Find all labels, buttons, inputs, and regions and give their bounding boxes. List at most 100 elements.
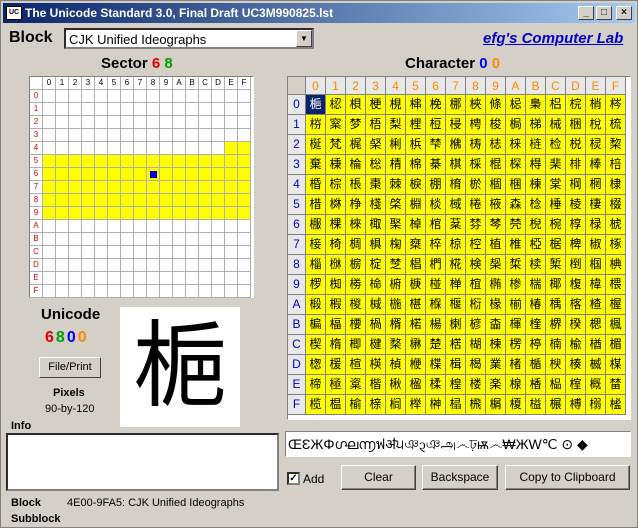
sector-cell[interactable]	[108, 103, 121, 116]
sector-cell[interactable]	[186, 116, 199, 129]
character-cell[interactable]: 楲	[586, 355, 606, 375]
sector-cell[interactable]	[186, 142, 199, 155]
sector-cell[interactable]	[238, 259, 251, 272]
sector-cell[interactable]	[108, 155, 121, 168]
sector-cell[interactable]	[108, 116, 121, 129]
sector-cell[interactable]	[69, 207, 82, 220]
sector-cell[interactable]	[225, 103, 238, 116]
character-cell[interactable]: 榄	[306, 395, 326, 415]
sector-cell[interactable]	[160, 168, 173, 181]
character-cell[interactable]: 椻	[446, 295, 466, 315]
sector-cell[interactable]	[160, 194, 173, 207]
character-cell[interactable]: 棅	[326, 155, 346, 175]
sector-grid[interactable]: 0123456789ABCDEF0123456789ABCDEF	[30, 77, 251, 298]
character-cell[interactable]: 椐	[546, 235, 566, 255]
character-cell[interactable]: 楘	[386, 335, 406, 355]
sector-cell[interactable]	[43, 129, 56, 142]
sector-cell[interactable]	[186, 129, 199, 142]
character-cell[interactable]: 椋	[446, 235, 466, 255]
character-cell[interactable]: 梳	[606, 115, 626, 135]
sector-cell[interactable]	[160, 90, 173, 103]
character-cell[interactable]: 榊	[426, 395, 446, 415]
character-cell[interactable]: 椘	[386, 255, 406, 275]
character-cell[interactable]: 梴	[306, 135, 326, 155]
character-cell[interactable]: 棖	[346, 175, 366, 195]
sector-cell[interactable]	[160, 207, 173, 220]
sector-cell[interactable]	[160, 285, 173, 298]
character-cell[interactable]: 棔	[306, 175, 326, 195]
sector-cell[interactable]	[56, 233, 69, 246]
sector-cell[interactable]	[147, 220, 160, 233]
character-cell[interactable]: 梫	[446, 115, 466, 135]
character-cell[interactable]: 楎	[506, 315, 526, 335]
sector-cell[interactable]	[173, 259, 186, 272]
sector-cell[interactable]	[95, 220, 108, 233]
sector-cell[interactable]	[199, 103, 212, 116]
character-cell[interactable]: 楺	[426, 375, 446, 395]
character-cell[interactable]: 榀	[546, 375, 566, 395]
character-cell[interactable]: 棹	[406, 215, 426, 235]
sector-cell[interactable]	[56, 220, 69, 233]
character-cell[interactable]: 棴	[306, 215, 326, 235]
character-cell[interactable]: 楛	[446, 335, 466, 355]
sector-cell[interactable]	[108, 194, 121, 207]
sector-cell[interactable]	[134, 90, 147, 103]
sector-cell[interactable]	[212, 285, 225, 298]
sector-cell[interactable]	[199, 116, 212, 129]
character-cell[interactable]: 梸	[386, 135, 406, 155]
sector-cell[interactable]	[173, 233, 186, 246]
character-cell[interactable]: 楩	[406, 355, 426, 375]
character-cell[interactable]: 楳	[606, 355, 626, 375]
sector-cell[interactable]	[173, 194, 186, 207]
character-cell[interactable]: 楏	[526, 315, 546, 335]
sector-cell[interactable]	[43, 220, 56, 233]
character-cell[interactable]: 棬	[466, 195, 486, 215]
sector-cell[interactable]	[121, 194, 134, 207]
sector-cell[interactable]	[95, 259, 108, 272]
character-cell[interactable]: 椀	[546, 215, 566, 235]
sector-cell[interactable]	[147, 181, 160, 194]
sector-cell[interactable]	[121, 168, 134, 181]
character-cell[interactable]: 椯	[526, 275, 546, 295]
character-cell[interactable]: 椗	[366, 255, 386, 275]
sector-cell[interactable]	[82, 233, 95, 246]
sector-cell[interactable]	[95, 103, 108, 116]
sector-cell[interactable]	[134, 181, 147, 194]
sector-cell[interactable]	[134, 129, 147, 142]
character-cell[interactable]: 椤	[306, 275, 326, 295]
sector-cell[interactable]	[238, 90, 251, 103]
character-cell[interactable]: 梜	[466, 95, 486, 115]
sector-cell[interactable]	[121, 220, 134, 233]
sector-cell[interactable]	[108, 233, 121, 246]
sector-cell[interactable]	[225, 207, 238, 220]
character-cell[interactable]: 榒	[586, 395, 606, 415]
sector-cell[interactable]	[238, 194, 251, 207]
sector-cell[interactable]	[199, 272, 212, 285]
sector-cell[interactable]	[160, 246, 173, 259]
character-cell[interactable]: 楬	[466, 355, 486, 375]
sector-cell[interactable]	[147, 90, 160, 103]
sector-cell[interactable]	[160, 129, 173, 142]
sector-cell[interactable]	[147, 207, 160, 220]
character-cell[interactable]: 椳	[606, 275, 626, 295]
character-cell[interactable]: 椫	[446, 275, 466, 295]
sector-cell[interactable]	[134, 207, 147, 220]
character-cell[interactable]: 楈	[386, 315, 406, 335]
sector-cell[interactable]	[238, 220, 251, 233]
block-select[interactable]: CJK Unified Ideographs ▼	[64, 28, 314, 49]
character-cell[interactable]: 椰	[546, 275, 566, 295]
sector-cell[interactable]	[95, 272, 108, 285]
character-cell[interactable]: 椑	[566, 235, 586, 255]
sector-cell[interactable]	[82, 129, 95, 142]
sector-cell[interactable]	[225, 285, 238, 298]
sector-cell[interactable]	[225, 129, 238, 142]
character-cell[interactable]: 棦	[346, 195, 366, 215]
character-cell[interactable]: 棰	[546, 195, 566, 215]
sector-cell[interactable]	[238, 103, 251, 116]
character-cell[interactable]: 榇	[366, 395, 386, 415]
character-cell[interactable]: 棊	[426, 155, 446, 175]
sector-cell[interactable]	[212, 246, 225, 259]
character-cell[interactable]: 楑	[566, 315, 586, 335]
character-cell[interactable]: 植	[486, 235, 506, 255]
character-cell[interactable]: 椲	[586, 275, 606, 295]
